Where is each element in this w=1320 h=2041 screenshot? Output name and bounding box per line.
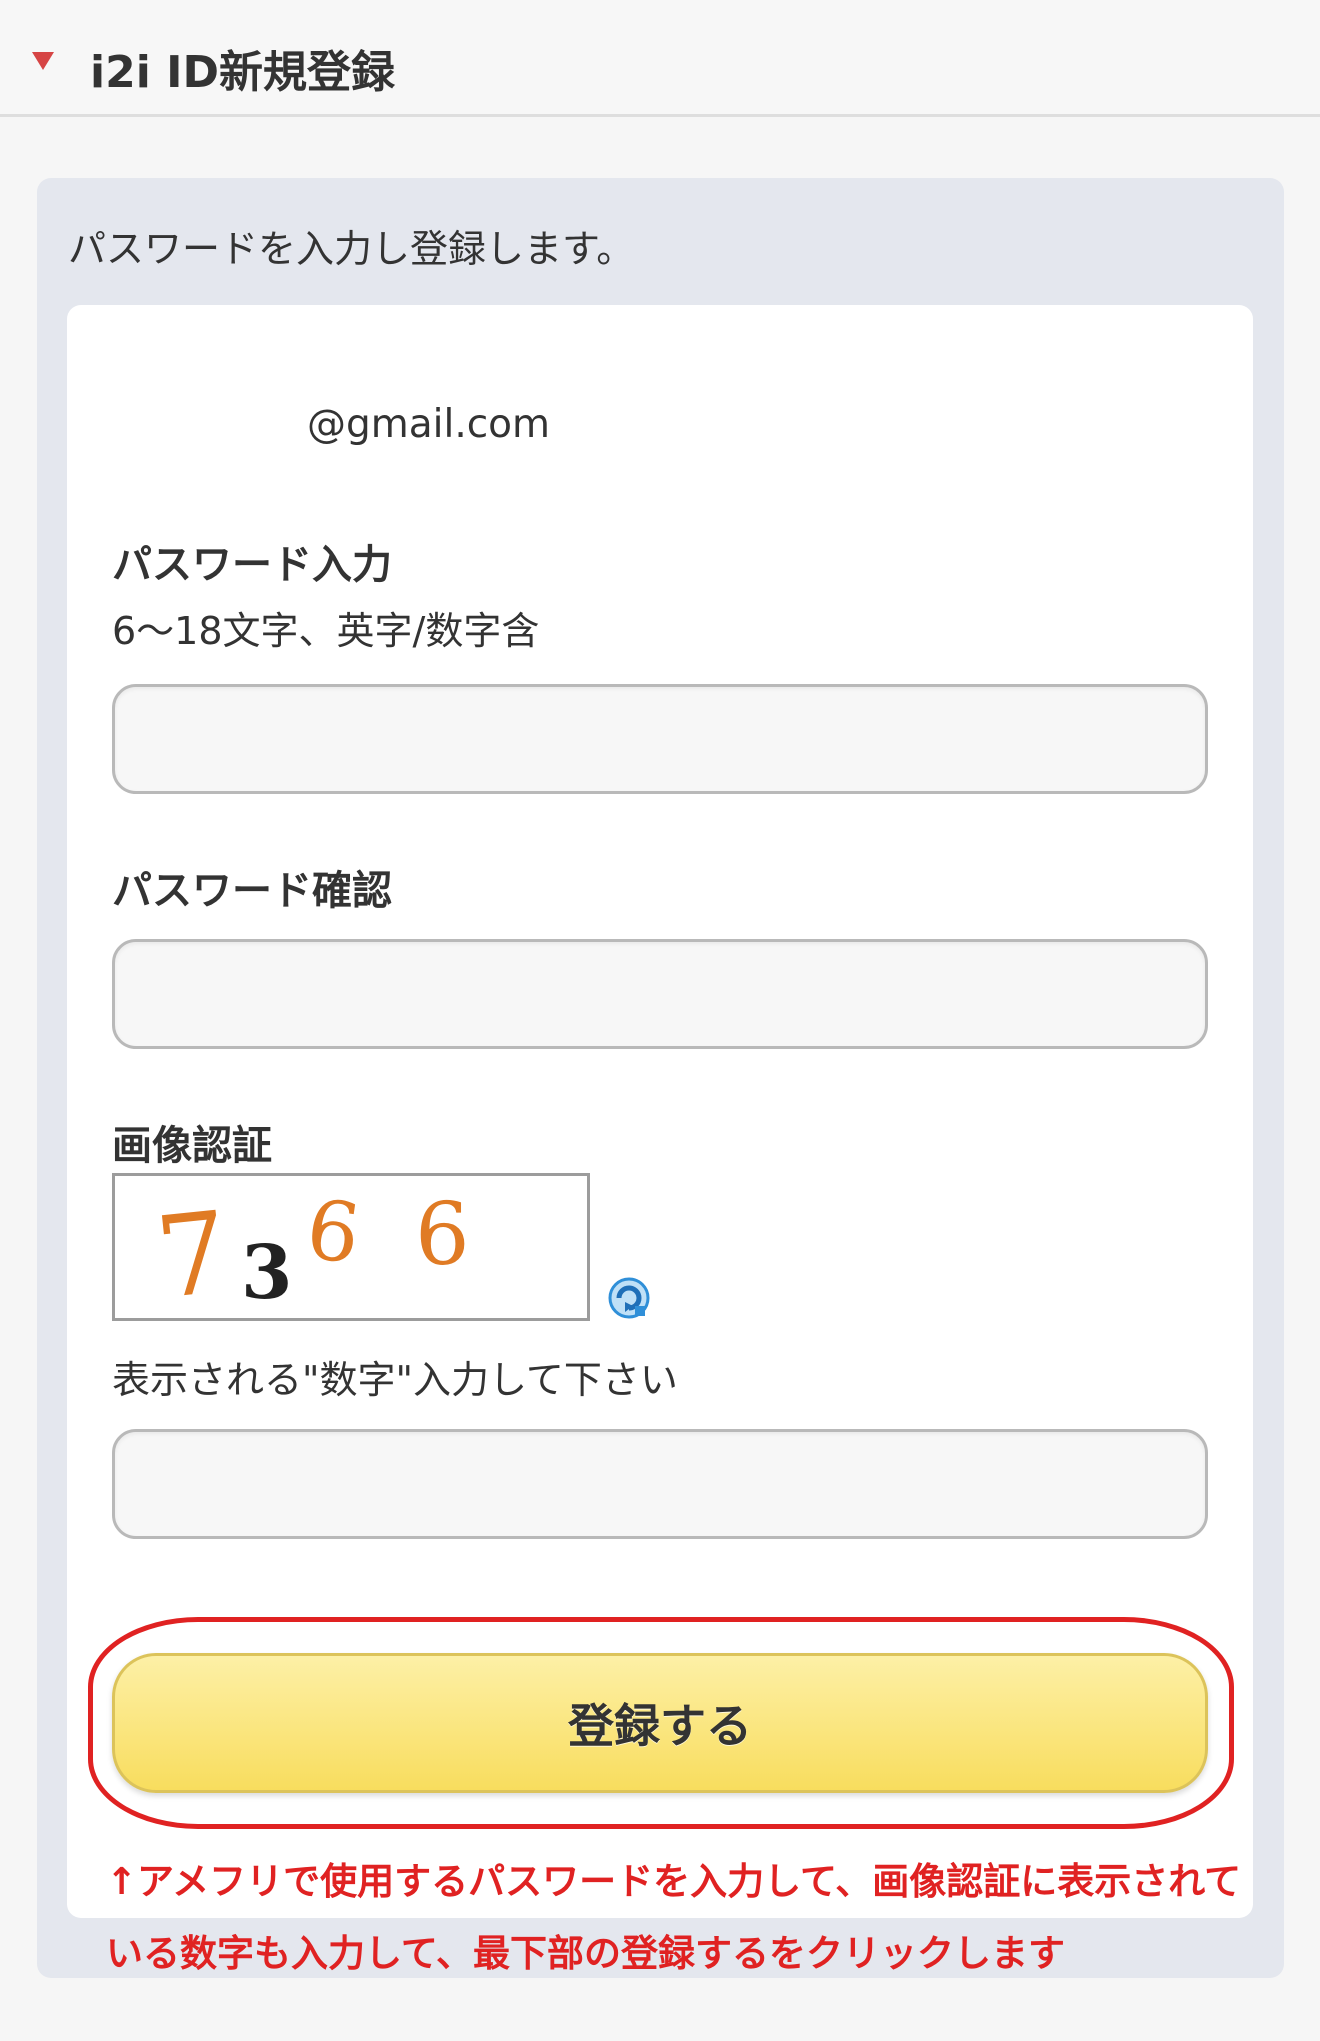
register-button[interactable]: 登録する [112, 1653, 1208, 1793]
account-email: @gmail.com [307, 402, 551, 447]
captcha-input[interactable] [112, 1429, 1208, 1539]
captcha-digit: 6 [300, 1181, 366, 1284]
password-confirm-input[interactable] [112, 939, 1208, 1049]
page-header: i2i ID新規登録 [0, 0, 1320, 117]
password-label: パスワード入力 [112, 542, 392, 588]
password-hint: 6〜18文字、英字/数字含 [112, 609, 540, 653]
page-title: i2i ID新規登録 [90, 47, 395, 98]
captcha-image: 7 3 6 6 [112, 1173, 590, 1321]
password-input[interactable] [112, 684, 1208, 794]
captcha-label: 画像認証 [112, 1123, 272, 1169]
password-confirm-label: パスワード確認 [112, 868, 392, 914]
captcha-digit: 6 [415, 1185, 470, 1285]
panel-intro-text: パスワードを入力し登録します。 [68, 227, 635, 271]
refresh-icon[interactable] [607, 1276, 651, 1320]
captcha-digit: 3 [241, 1230, 293, 1316]
captcha-digit: 7 [150, 1187, 235, 1321]
instruction-annotation: ↑アメフリで使用するパスワードを入力して、画像認証に表示されている数字も入力して… [106, 1860, 1242, 1975]
captcha-hint: 表示される"数字"入力して下さい [112, 1358, 678, 1402]
triangle-down-icon [32, 52, 54, 70]
